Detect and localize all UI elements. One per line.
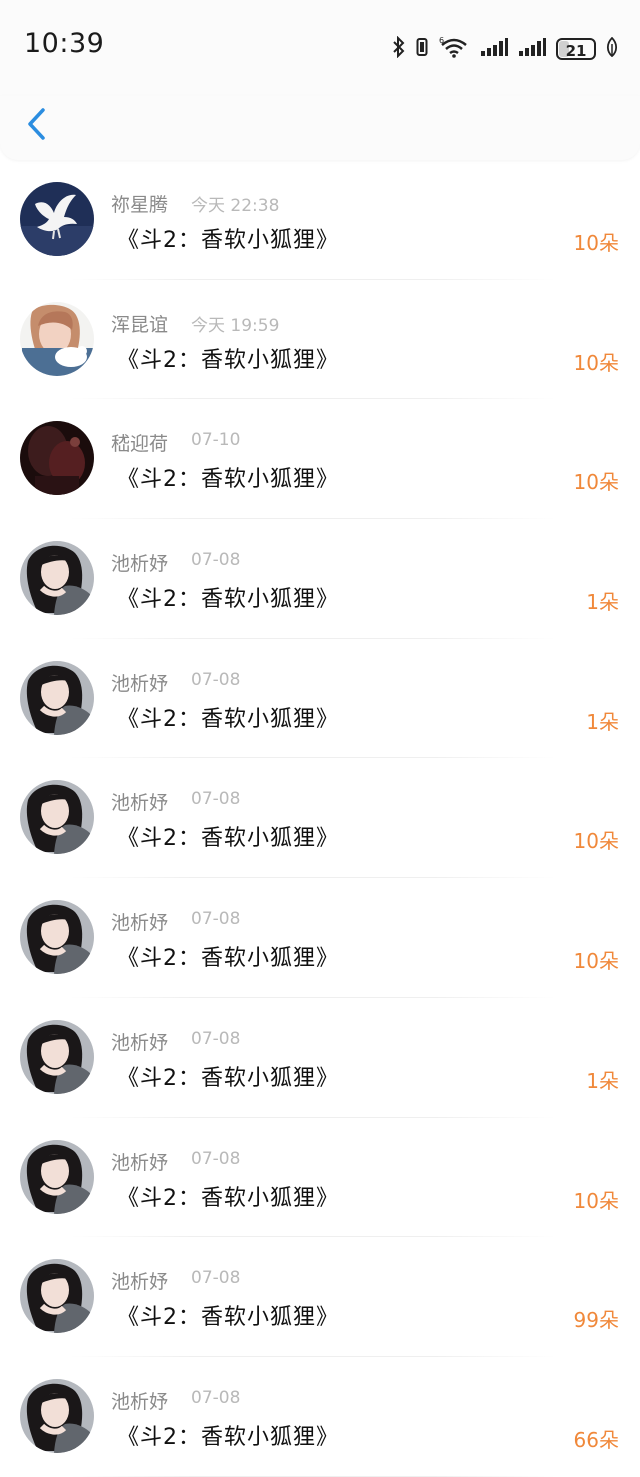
- flower-count: 10朵: [573, 949, 619, 974]
- chevron-left-icon: [25, 107, 47, 145]
- dark-room-avatar[interactable]: [20, 421, 94, 496]
- sender-name: 池析妤: [111, 553, 169, 576]
- woman-portrait-avatar[interactable]: [20, 541, 94, 616]
- woman-portrait-avatar[interactable]: [20, 900, 94, 975]
- timestamp: 07-08: [191, 1148, 241, 1169]
- list-item[interactable]: 池析妤 07-08 《斗2：香软小狐狸》 1朵: [0, 519, 640, 639]
- timestamp: 07-08: [191, 1268, 241, 1289]
- book-title: 《斗2：香软小狐狸》: [117, 1305, 339, 1331]
- flower-count: 99朵: [573, 1308, 619, 1333]
- bluetooth-icon: [392, 35, 406, 62]
- timestamp: 今天 19:59: [191, 315, 280, 336]
- list-item[interactable]: 池析妤 07-08 《斗2：香软小狐狸》 10朵: [0, 878, 640, 998]
- list-item[interactable]: 浑昆谊 今天 19:59 《斗2：香软小狐狸》 10朵: [0, 280, 640, 400]
- list-item[interactable]: 嵇迎荷 07-10 《斗2：香软小狐狸》 10朵: [0, 399, 640, 519]
- sender-name: 嵇迎荷: [111, 433, 169, 456]
- vibrate-icon: [416, 36, 428, 62]
- gift-record-list: 祢星腾 今天 22:38 《斗2：香软小狐狸》 10朵 浑昆谊 今天 19:59…: [0, 160, 640, 1477]
- flower-count: 10朵: [573, 829, 619, 854]
- signal-icon: [480, 37, 508, 61]
- book-title: 《斗2：香软小狐狸》: [117, 228, 339, 253]
- girl-with-bird-avatar[interactable]: [20, 301, 94, 376]
- back-button[interactable]: [16, 104, 56, 148]
- book-title: 《斗2：香软小狐狸》: [117, 946, 339, 972]
- sender-name: 池析妤: [111, 1151, 169, 1174]
- list-item[interactable]: 池析妤 07-08 《斗2：香软小狐狸》 1朵: [0, 639, 640, 759]
- woman-portrait-avatar[interactable]: [20, 1259, 94, 1334]
- flower-count: 1朵: [586, 709, 619, 734]
- sender-name: 池析妤: [111, 672, 169, 695]
- list-item[interactable]: 池析妤 07-08 《斗2：香软小狐狸》 66朵: [0, 1357, 640, 1477]
- sender-name: 池析妤: [111, 1031, 169, 1054]
- battery-icon: 21: [556, 38, 596, 60]
- flower-count: 10朵: [573, 470, 619, 495]
- wifi-6-icon: 6: [438, 35, 470, 63]
- sender-name: 祢星腾: [111, 194, 169, 216]
- woman-portrait-avatar[interactable]: [20, 1019, 94, 1094]
- timestamp: 07-08: [191, 909, 241, 930]
- timestamp: 07-08: [191, 669, 241, 690]
- book-title: 《斗2：香软小狐狸》: [117, 826, 339, 852]
- list-item[interactable]: 池析妤 07-08 《斗2：香软小狐狸》 10朵: [0, 1118, 640, 1238]
- leaf-icon: [606, 36, 618, 61]
- book-title: 《斗2：香软小狐狸》: [117, 1065, 339, 1091]
- flower-count: 1朵: [586, 1068, 619, 1093]
- list-item[interactable]: 池析妤 07-08 《斗2：香软小狐狸》 1朵: [0, 998, 640, 1118]
- status-bar: 10:39 6 21: [0, 0, 640, 96]
- sender-name: 浑昆谊: [111, 313, 169, 336]
- woman-portrait-avatar[interactable]: [20, 780, 94, 855]
- battery-level-text: 21: [565, 42, 587, 60]
- flower-count: 10朵: [573, 231, 619, 255]
- book-title: 《斗2：香软小狐狸》: [117, 1185, 339, 1211]
- nav-bar: [0, 96, 640, 160]
- sender-name: 池析妤: [111, 912, 169, 935]
- flower-count: 10朵: [573, 1188, 619, 1213]
- timestamp: 07-08: [191, 1387, 241, 1408]
- svg-text:6: 6: [439, 36, 444, 45]
- flower-count: 1朵: [586, 590, 619, 615]
- list-item[interactable]: 祢星腾 今天 22:38 《斗2：香软小狐狸》 10朵: [0, 160, 640, 280]
- woman-portrait-avatar[interactable]: [20, 660, 94, 735]
- timestamp: 07-10: [191, 430, 241, 451]
- sender-name: 池析妤: [111, 1271, 169, 1294]
- flower-count: 10朵: [573, 350, 619, 375]
- sender-name: 池析妤: [111, 792, 169, 815]
- book-title: 《斗2：香软小狐狸》: [117, 706, 339, 732]
- sender-name: 池析妤: [111, 1390, 169, 1413]
- book-title: 《斗2：香软小狐狸》: [117, 347, 339, 373]
- list-item[interactable]: 池析妤 07-08 《斗2：香软小狐狸》 10朵: [0, 758, 640, 878]
- dove-avatar[interactable]: [20, 182, 94, 256]
- timestamp: 07-08: [191, 789, 241, 810]
- signal-icon: [518, 37, 546, 61]
- timestamp: 07-08: [191, 1028, 241, 1049]
- book-title: 《斗2：香软小狐狸》: [117, 1424, 339, 1450]
- book-title: 《斗2：香软小狐狸》: [117, 467, 339, 493]
- flower-count: 66朵: [573, 1427, 619, 1452]
- woman-portrait-avatar[interactable]: [20, 1378, 94, 1453]
- book-title: 《斗2：香软小狐狸》: [117, 587, 339, 613]
- timestamp: 今天 22:38: [191, 196, 280, 216]
- timestamp: 07-08: [191, 550, 241, 571]
- status-time: 10:39: [24, 28, 105, 59]
- woman-portrait-avatar[interactable]: [20, 1139, 94, 1214]
- status-icons: 6 21: [392, 34, 618, 64]
- list-item[interactable]: 池析妤 07-08 《斗2：香软小狐狸》 99朵: [0, 1237, 640, 1357]
